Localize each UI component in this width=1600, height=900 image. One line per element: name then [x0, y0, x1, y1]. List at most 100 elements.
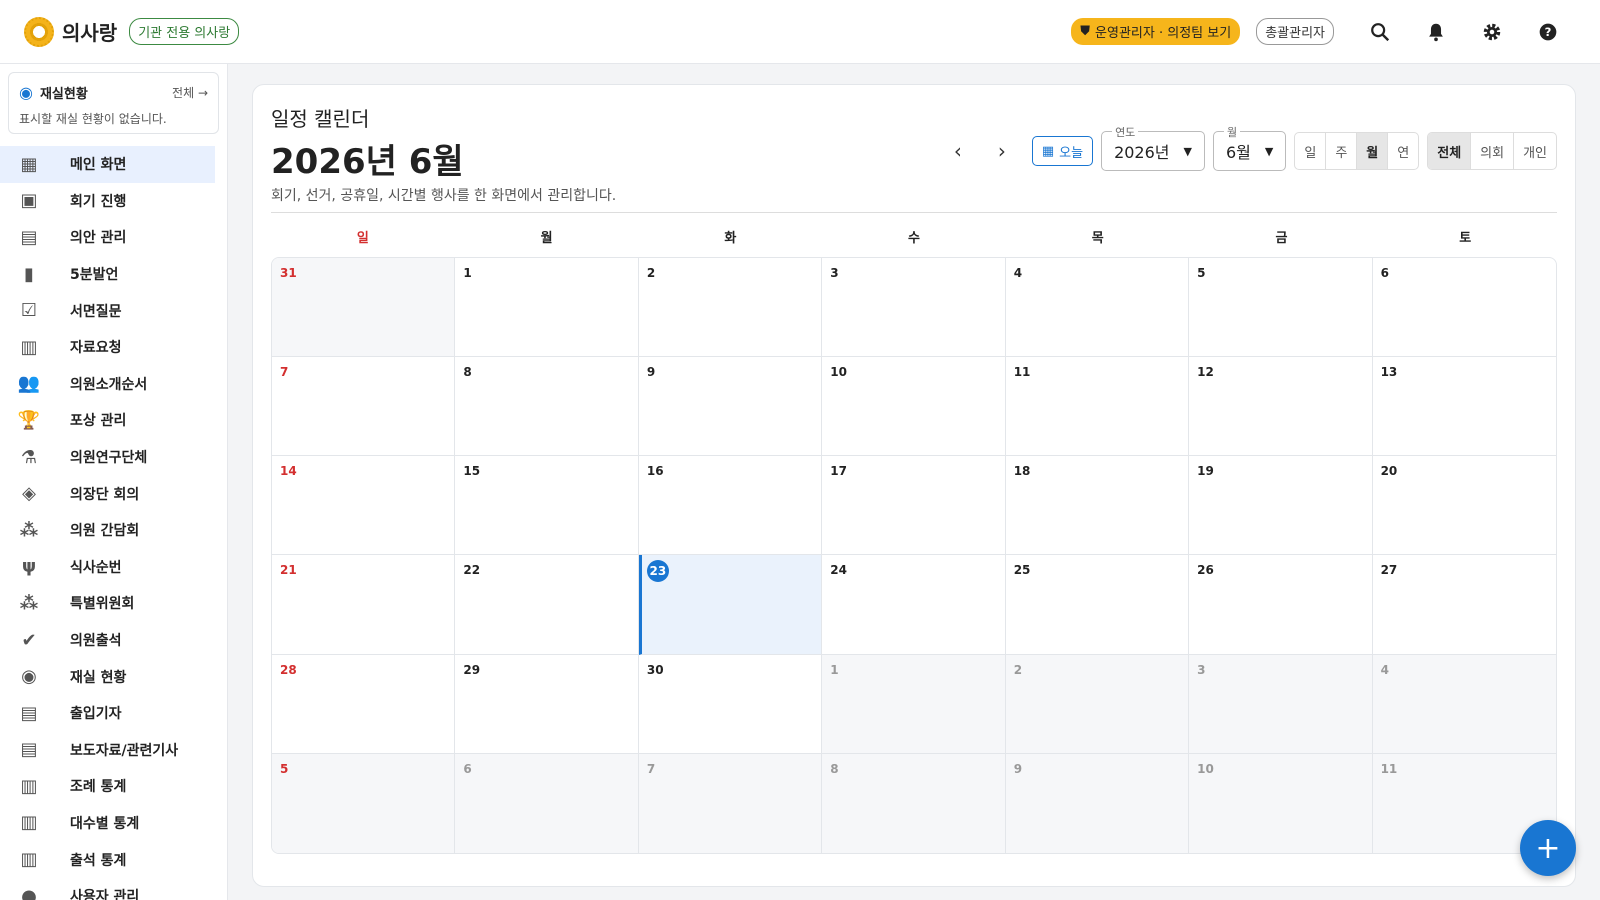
day-cell[interactable]: 9 [638, 357, 823, 457]
day-cell[interactable]: 15 [455, 456, 639, 556]
day-cell[interactable]: 26 [1189, 555, 1373, 655]
day-cell[interactable]: 10 [822, 357, 1006, 457]
day-cell[interactable]: 22 [455, 555, 639, 655]
view-mode-option[interactable]: 월 [1357, 133, 1389, 169]
day-cell[interactable]: 5 [272, 753, 456, 853]
day-cell[interactable]: 29 [455, 654, 639, 754]
search-button[interactable] [1352, 12, 1408, 52]
day-cell[interactable]: 6 [1372, 258, 1556, 358]
view-mode-option[interactable]: 주 [1326, 133, 1358, 169]
month-select-label: 월 [1223, 124, 1241, 140]
table-icon: ▤ [20, 702, 38, 724]
day-number: 26 [1197, 563, 1214, 578]
scope-filter-option[interactable]: 전체 [1428, 133, 1472, 169]
day-cell[interactable]: 28 [272, 654, 456, 754]
day-cell[interactable]: 19 [1189, 456, 1373, 556]
sidebar-item[interactable]: ▥ 출석 통계 [0, 841, 227, 878]
view-mode-option[interactable]: 연 [1388, 133, 1418, 169]
sidebar-item[interactable]: 🏆 포상 관리 [0, 402, 227, 439]
day-cell[interactable]: 5 [1189, 258, 1373, 358]
sidebar-item-label: 출석 통계 [70, 852, 127, 869]
chevron-left-icon: ‹ [953, 139, 962, 163]
sidebar-item[interactable]: ▥ 자료요청 [0, 329, 227, 366]
day-number: 3 [1197, 662, 1206, 677]
day-cell[interactable]: 21 [272, 555, 456, 655]
year-select[interactable]: 연도 2026년 ▼ [1101, 124, 1205, 171]
day-cell[interactable]: 12 [1189, 357, 1373, 457]
sidebar-item[interactable]: ● 사용자 관리 [0, 878, 227, 900]
sidebar-item[interactable]: ▦ 메인 화면 [0, 146, 215, 183]
table-icon: ▤ [20, 739, 38, 761]
view-mode-option[interactable]: 일 [1295, 133, 1327, 169]
app-name: 의사랑 [62, 21, 118, 45]
sidebar-item[interactable]: ☑ 서면질문 [0, 292, 227, 329]
day-cell-today[interactable]: 23 [638, 555, 823, 655]
day-cell[interactable]: 1 [455, 258, 639, 358]
sidebar-item[interactable]: ▥ 대수별 통계 [0, 805, 227, 842]
day-cell[interactable]: 18 [1005, 456, 1190, 556]
day-cell[interactable]: 30 [638, 654, 823, 754]
sidebar-item[interactable]: ⁂ 특별위원회 [0, 585, 227, 622]
sidebar-item[interactable]: ◉ 재실 현황 [0, 658, 227, 695]
day-cell[interactable]: 11 [1005, 357, 1190, 457]
room-status-all-link[interactable]: 전체 → [172, 84, 208, 101]
day-cell[interactable]: 14 [272, 456, 456, 556]
day-number: 14 [280, 464, 297, 479]
day-cell[interactable]: 27 [1372, 555, 1556, 655]
sidebar-item[interactable]: ▤ 의안 관리 [0, 219, 227, 256]
help-button[interactable]: ? [1520, 12, 1576, 52]
day-cell[interactable]: 16 [638, 456, 823, 556]
sidebar-item[interactable]: ⚗ 의원연구단체 [0, 439, 227, 476]
sidebar-item[interactable]: ◈ 의장단 회의 [0, 475, 227, 512]
sidebar-item-label: 식사순번 [70, 559, 122, 576]
scope-filter-option[interactable]: 의회 [1471, 133, 1515, 169]
day-cell[interactable]: 2 [1005, 654, 1190, 754]
day-cell[interactable]: 7 [638, 753, 823, 853]
role-badge[interactable]: 총괄관리자 [1256, 18, 1334, 45]
sidebar-item[interactable]: ▤ 보도자료/관련기사 [0, 732, 227, 769]
sidebar-item[interactable]: ⁂ 의원 간담회 [0, 512, 227, 549]
settings-button[interactable] [1464, 12, 1520, 52]
bar-chart-icon: ▥ [20, 849, 38, 871]
notifications-button[interactable] [1408, 12, 1464, 52]
day-cell[interactable]: 25 [1005, 555, 1190, 655]
person-pin-icon: ◉ [19, 83, 33, 102]
day-cell[interactable]: 2 [638, 258, 823, 358]
month-select[interactable]: 월 6월 ▼ [1212, 124, 1287, 171]
next-month-button[interactable]: › [984, 133, 1020, 169]
day-cell[interactable]: 6 [455, 753, 639, 853]
day-cell[interactable]: 3 [822, 258, 1006, 358]
day-cell[interactable]: 31 [272, 258, 456, 358]
sidebar-item[interactable]: ✔ 의원출석 [0, 622, 227, 659]
weekday-label: 토 [1459, 230, 1472, 246]
day-cell[interactable]: 3 [1189, 654, 1373, 754]
ops-view-badge[interactable]: ⛊ 운영관리자 · 의정팀 보기 [1071, 18, 1241, 45]
day-cell[interactable]: 20 [1372, 456, 1556, 556]
sidebar-item[interactable]: 👥 의원소개순서 [0, 366, 227, 403]
day-cell[interactable]: 4 [1005, 258, 1190, 358]
day-cell[interactable]: 17 [822, 456, 1006, 556]
day-cell[interactable]: 24 [822, 555, 1006, 655]
day-cell[interactable]: 8 [455, 357, 639, 457]
prev-month-button[interactable]: ‹ [940, 133, 976, 169]
sidebar-item[interactable]: ▣ 회기 진행 [0, 183, 227, 220]
add-event-button[interactable]: + [1520, 820, 1576, 876]
sidebar-item[interactable]: ψ 식사순번 [0, 549, 227, 586]
day-number: 25 [1013, 563, 1031, 578]
day-cell[interactable]: 4 [1372, 654, 1556, 754]
logo[interactable]: 의사랑 [24, 16, 118, 47]
plus-icon: + [1535, 830, 1561, 866]
day-cell[interactable]: 13 [1372, 357, 1556, 457]
day-cell[interactable]: 10 [1189, 753, 1373, 853]
day-cell[interactable]: 1 [822, 654, 1006, 754]
day-number: 19 [1197, 464, 1214, 479]
scope-filter-option[interactable]: 개인 [1514, 133, 1556, 169]
sidebar-item[interactable]: ▮ 5분발언 [0, 256, 227, 293]
weekday-header: 일월화수목금토 [271, 215, 1557, 257]
day-cell[interactable]: 7 [272, 357, 456, 457]
sidebar-item[interactable]: ▥ 조례 통계 [0, 768, 227, 805]
sidebar-item[interactable]: ▤ 출입기자 [0, 695, 227, 732]
today-button[interactable]: ▦ 오늘 [1031, 136, 1094, 166]
day-cell[interactable]: 8 [822, 753, 1006, 853]
day-cell[interactable]: 9 [1005, 753, 1190, 853]
